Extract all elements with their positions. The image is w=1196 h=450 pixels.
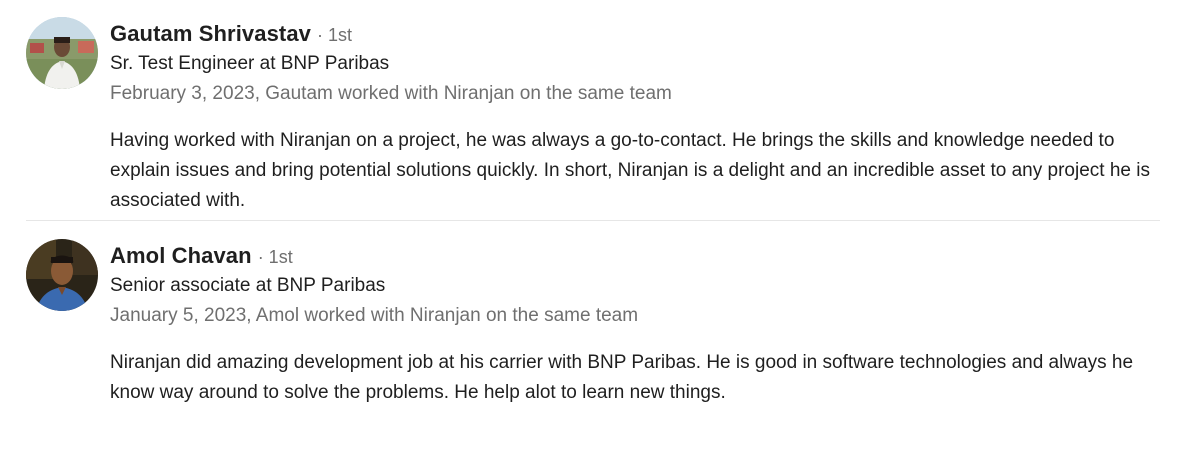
name-row: Amol Chavan · 1st: [110, 241, 1160, 271]
avatar[interactable]: [26, 17, 98, 89]
name-row: Gautam Shrivastav · 1st: [110, 19, 1160, 49]
avatar-photo: [26, 239, 98, 311]
avatar-photo: [26, 17, 98, 89]
recommender-name[interactable]: Amol Chavan: [110, 241, 252, 271]
connection-degree: · 1st: [257, 247, 293, 267]
recommendation-meta: February 3, 2023, Gautam worked with Nir…: [110, 83, 672, 104]
recommender-name[interactable]: Gautam Shrivastav: [110, 19, 311, 49]
recommender-headline: Sr. Test Engineer at BNP Paribas: [110, 53, 390, 74]
avatar[interactable]: [26, 239, 98, 311]
recommendation-meta: January 5, 2023, Amol worked with Niranj…: [110, 305, 639, 326]
recommendation-text: Niranjan did amazing development job at …: [110, 352, 1134, 403]
recommendations-list: Gautam Shrivastav · 1st Sr. Test Enginee…: [0, 0, 1196, 408]
connection-degree: · 1st: [317, 25, 353, 45]
recommendation-text: Having worked with Niranjan on a project…: [110, 130, 1150, 211]
recommender-headline: Senior associate at BNP Paribas: [110, 275, 386, 296]
recommendation-item: Amol Chavan · 1st Senior associate at BN…: [26, 221, 1160, 408]
recommendation-item: Gautam Shrivastav · 1st Sr. Test Enginee…: [26, 0, 1160, 221]
